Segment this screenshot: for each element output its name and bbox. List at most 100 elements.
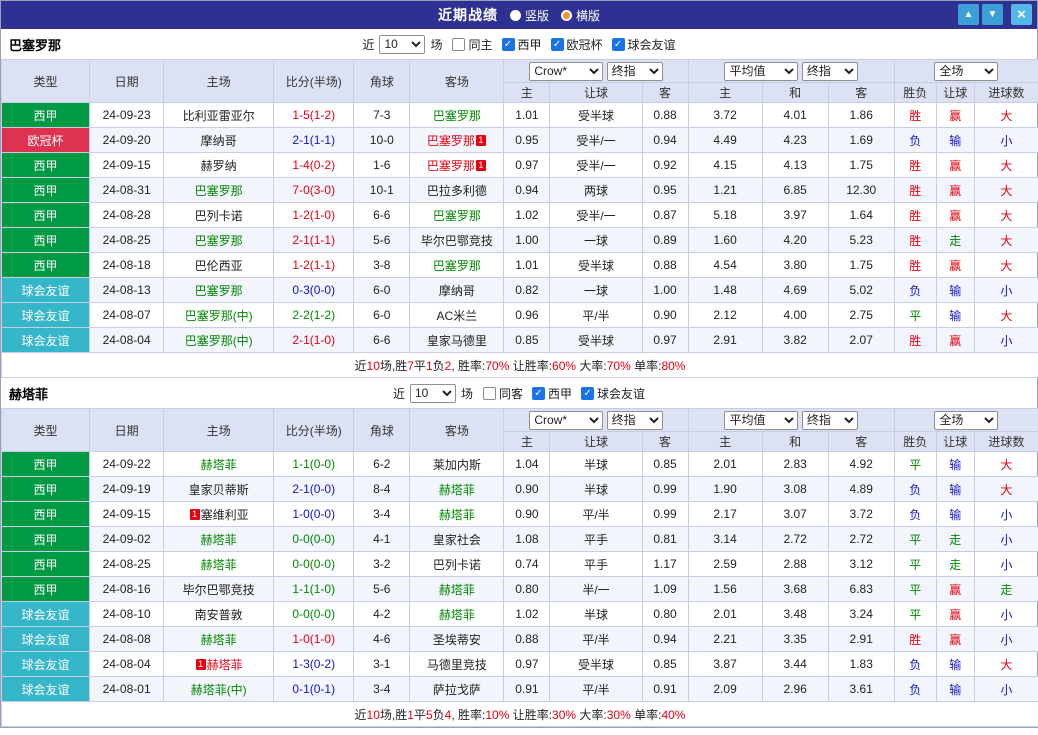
- team-name[interactable]: 毕尔巴鄂竞技: [421, 234, 493, 248]
- team-name[interactable]: 巴列卡诺: [433, 558, 481, 572]
- checkbox-icon: [452, 37, 466, 51]
- team-name[interactable]: 皇家社会: [433, 533, 481, 547]
- team-name[interactable]: 巴塞罗那: [195, 284, 243, 298]
- team-name[interactable]: 巴拉多利德: [427, 184, 487, 198]
- match-count-select[interactable]: 10: [379, 34, 426, 54]
- home-team-cell: 巴塞罗那(中): [163, 327, 275, 353]
- home-team-cell: 巴塞罗那(中): [163, 302, 275, 328]
- team-name[interactable]: 巴伦西亚: [195, 259, 243, 273]
- filter-checkbox-欧冠杯[interactable]: ✓ 欧冠杯: [550, 36, 603, 53]
- filter-games-label: 场: [430, 37, 443, 52]
- filter-checkbox-西甲[interactable]: ✓ 西甲: [501, 36, 542, 53]
- team-name[interactable]: 赫塔菲: [201, 533, 237, 547]
- odds-source-select[interactable]: Crow*: [529, 61, 604, 81]
- col-handicap-result: 让球: [935, 431, 975, 452]
- team-name[interactable]: 巴塞罗那: [195, 234, 243, 248]
- euro-stage-select[interactable]: 终指: [801, 61, 858, 81]
- league-tag: 西甲: [0, 526, 91, 552]
- filter-checkbox-同客[interactable]: 同客: [482, 385, 523, 402]
- team-name[interactable]: 赫塔菲: [201, 558, 237, 572]
- scope-select[interactable]: 全场: [934, 410, 999, 430]
- result-handicap: 输: [935, 127, 975, 153]
- result-handicap: 输: [935, 476, 975, 502]
- team-name[interactable]: 赫塔菲(中): [191, 683, 247, 697]
- team-name[interactable]: 巴塞罗那: [433, 109, 481, 123]
- team-name[interactable]: 南安普敦: [195, 608, 243, 622]
- team-name[interactable]: 巴塞罗那: [433, 209, 481, 223]
- team-name[interactable]: 赫塔菲: [201, 458, 237, 472]
- league-tag: 西甲: [0, 252, 91, 278]
- avg-away-odds: 5.02: [827, 277, 895, 303]
- team-name[interactable]: 塞维利亚: [201, 508, 249, 522]
- euro-source-select[interactable]: 平均值: [724, 410, 799, 430]
- team-name[interactable]: 巴塞罗那: [195, 184, 243, 198]
- match-date: 24-09-20: [89, 127, 165, 153]
- team-name[interactable]: 圣埃蒂安: [433, 633, 481, 647]
- filter-checkbox-球会友谊[interactable]: ✓ 球会友谊: [581, 385, 645, 402]
- team-name[interactable]: 莱加内斯: [433, 458, 481, 472]
- team-name[interactable]: 皇家马德里: [427, 334, 487, 348]
- team-name[interactable]: 赫塔菲: [439, 608, 475, 622]
- avg-away-odds: 1.86: [827, 102, 895, 128]
- team-name[interactable]: 摩纳哥: [439, 284, 475, 298]
- team-name[interactable]: 摩纳哥: [201, 134, 237, 148]
- result-win-lose: 平: [893, 526, 937, 552]
- team-name[interactable]: 赫罗纳: [201, 159, 237, 173]
- match-date: 24-09-15: [89, 501, 165, 527]
- team-name[interactable]: 毕尔巴鄂竞技: [183, 583, 255, 597]
- filter-checkbox-球会友谊[interactable]: ✓ 球会友谊: [611, 36, 676, 53]
- filter-checkbox-西甲[interactable]: ✓ 西甲: [532, 385, 572, 402]
- asian-handicap: 受半球: [549, 252, 643, 278]
- odds-stage-select[interactable]: 终指: [606, 410, 663, 430]
- team-name[interactable]: 巴塞罗那(中): [185, 334, 253, 348]
- scroll-up-button[interactable]: ▲: [958, 4, 979, 25]
- team-name[interactable]: 赫塔菲: [439, 508, 475, 522]
- team-name[interactable]: 巴塞罗那(中): [185, 309, 253, 323]
- col-home: 主场: [163, 408, 275, 452]
- away-team-cell: 巴列卡诺: [409, 551, 505, 577]
- close-button[interactable]: ×: [1011, 4, 1032, 25]
- team-name[interactable]: 赫塔菲: [439, 483, 475, 497]
- team-name[interactable]: 赫塔菲: [207, 658, 243, 672]
- asian-home-odds: 0.85: [503, 327, 551, 353]
- team-name[interactable]: 皇家贝蒂斯: [189, 483, 249, 497]
- result-win-lose: 胜: [893, 227, 937, 253]
- summary-segment: , 胜率:: [451, 707, 486, 722]
- team-name[interactable]: 萨拉戈萨: [433, 683, 481, 697]
- team-name[interactable]: 赫塔菲: [439, 583, 475, 597]
- league-tag: 球会友谊: [0, 277, 91, 303]
- col-avg-draw: 和: [761, 82, 829, 103]
- result-win-lose: 负: [893, 277, 937, 303]
- avg-away-odds: 1.75: [827, 152, 895, 178]
- team-name[interactable]: 巴塞罗那: [427, 159, 475, 173]
- avg-away-odds: 3.24: [827, 601, 895, 627]
- layout-radio-vertical[interactable]: 竖版: [509, 7, 549, 24]
- scroll-down-button[interactable]: ▼: [982, 4, 1003, 25]
- avg-draw-odds: 4.20: [761, 227, 829, 253]
- result-goals: 大: [973, 252, 1038, 278]
- scope-select[interactable]: 全场: [934, 61, 999, 81]
- euro-source-select[interactable]: 平均值: [724, 61, 799, 81]
- filter-checkbox-同主[interactable]: 同主: [452, 36, 493, 53]
- team-name[interactable]: AC米兰: [437, 309, 478, 323]
- team-name[interactable]: 巴塞罗那: [427, 134, 475, 148]
- team-name[interactable]: 巴塞罗那: [433, 259, 481, 273]
- euro-stage-select[interactable]: 终指: [801, 410, 858, 430]
- odds-stage-select[interactable]: 终指: [606, 61, 663, 81]
- result-goals: 大: [973, 177, 1038, 203]
- layout-radio-horizontal[interactable]: 横版: [561, 7, 600, 24]
- radio-icon: [509, 9, 521, 21]
- away-team-cell: 马德里竞技: [409, 651, 505, 677]
- avg-away-odds: 1.83: [827, 651, 895, 677]
- match-date: 24-08-16: [89, 576, 165, 602]
- match-count-select[interactable]: 10: [409, 383, 456, 403]
- summary-segment: 40%: [661, 707, 686, 722]
- team-name[interactable]: 巴列卡诺: [195, 209, 243, 223]
- team-name[interactable]: 赫塔菲: [201, 633, 237, 647]
- team-name[interactable]: 比利亚雷亚尔: [183, 109, 255, 123]
- away-team-cell: 巴塞罗那 1: [409, 152, 505, 178]
- summary-segment: 单率:: [630, 707, 662, 722]
- away-team-cell: 巴塞罗那: [409, 102, 505, 128]
- odds-source-select[interactable]: Crow*: [529, 410, 604, 430]
- team-name[interactable]: 马德里竞技: [427, 658, 487, 672]
